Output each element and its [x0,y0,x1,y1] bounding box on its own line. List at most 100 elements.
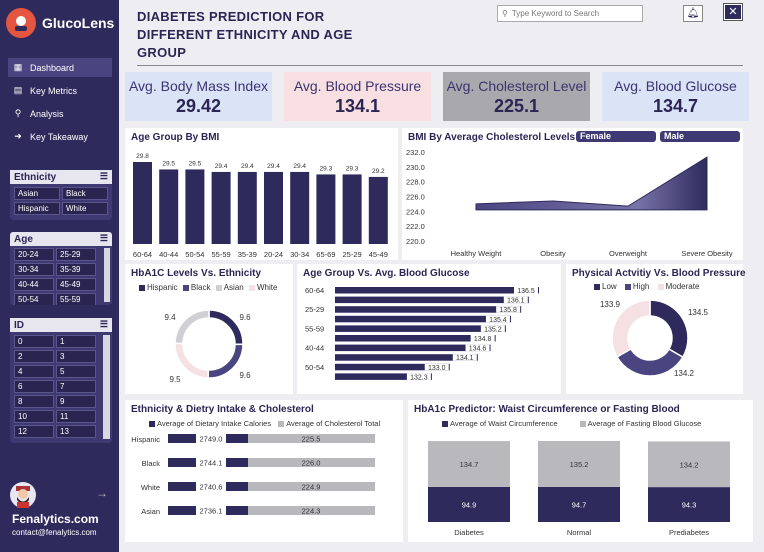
x-tick-label: 50-54 [185,250,204,259]
x-tick-label: 65-69 [316,250,335,259]
ethnicity-option[interactable]: Hispanic [14,202,60,215]
data-label: 136.1 [507,298,525,305]
id-option[interactable]: 10 [14,410,54,423]
data-label: 94.7 [572,500,587,509]
id-option[interactable]: 8 [14,395,54,408]
x-tick-label: 40-44 [159,250,178,259]
age-option[interactable]: 55-59 [56,293,96,305]
app-logo[interactable]: GlucoLens [6,6,116,40]
data-label: 225.5 [302,435,321,444]
x-tick-label: Diabetes [454,528,484,537]
kpi-blood-pressure: Avg. Blood Pressure 134.1 [284,72,431,121]
close-button[interactable]: ✕ [723,3,743,21]
card-bmi-cholesterol: BMI By Average Cholesterol Levels Female… [402,128,743,260]
id-option[interactable]: 9 [56,395,96,408]
bar [237,171,257,244]
x-tick-label: 30-34 [290,250,309,259]
ethnicity-option[interactable]: Black [62,187,108,200]
x-tick-label: 45-49 [369,250,388,259]
data-label: 2749.0 [200,435,223,444]
profile-card: → Fenalytics.com contact@fenalytics.com [10,482,114,544]
id-option[interactable]: 0 [14,335,54,348]
card-diet-cholesterol: Ethnicity & Dietry Intake & Cholesterol … [125,400,403,542]
age-scrollbar[interactable] [104,248,110,302]
id-option[interactable]: 2 [14,350,54,363]
data-label: 134.6 [469,346,487,353]
y-tick-label: 232.0 [406,148,425,157]
bar [335,296,529,304]
id-option[interactable]: 7 [56,380,96,393]
y-tick-label: Asian [141,507,160,516]
age-option[interactable]: 30-34 [14,263,54,276]
data-label: 29.5 [162,160,175,167]
clear-filter-icon[interactable]: ☰ [100,233,108,244]
x-tick-label: 35-39 [238,250,257,259]
slice-high [615,347,684,377]
age-option[interactable]: 45-49 [56,278,96,291]
profile-email[interactable]: contact@fenalytics.com [12,528,97,537]
data-label: 9.6 [239,371,251,380]
clear-filter-icon[interactable]: ☰ [100,319,108,330]
data-label: 134.8 [474,336,492,343]
nav-dashboard[interactable]: ▦ Dashboard [8,58,112,77]
id-option[interactable]: 4 [14,365,54,378]
id-option[interactable]: 12 [14,425,54,438]
x-tick-label: Healthy Weight [451,249,503,258]
data-label: 135.2 [570,460,589,469]
slice-black [207,343,244,379]
ethnicity-option[interactable]: White [62,202,108,215]
y-tick-label: Black [142,459,161,468]
y-tick-label: 230.0 [406,163,425,172]
id-option[interactable]: 13 [56,425,96,438]
kpi-label: Avg. Blood Pressure [293,78,422,94]
data-label: 2744.1 [200,459,223,468]
nav-key-takeaway[interactable]: ➜ Key Takeaway [8,127,112,146]
data-label: 134.1 [456,355,474,362]
search-box[interactable]: ⚲ Type Keyword to Search [497,5,643,22]
ethnicity-option[interactable]: Asian [14,187,60,200]
kpi-value: 134.7 [652,96,699,116]
y-tick-label: 55-59 [305,324,324,333]
card-hba1c-ethnicity: HbA1C Levels Vs. Ethnicity Hispanic Blac… [125,264,293,394]
age-option[interactable]: 20-24 [14,248,54,261]
age-option[interactable]: 40-44 [14,278,54,291]
nav-analysis[interactable]: ⚲ Analysis [8,104,112,123]
clear-filter-icon[interactable]: ☰ [100,171,108,182]
id-scrollbar[interactable] [103,335,110,439]
kpi-value: 225.1 [493,96,540,116]
data-label: 2736.1 [200,507,223,516]
id-option[interactable]: 3 [56,350,96,363]
data-label: 94.3 [682,501,697,510]
id-option[interactable]: 5 [56,365,96,378]
data-label: 94.9 [462,500,477,509]
logo-icon [6,8,36,38]
bar [133,162,152,244]
x-tick-label: Severe Obesity [681,249,733,258]
id-option[interactable]: 11 [56,410,96,423]
y-tick-label: 40-44 [305,344,324,353]
kpi-label: Avg. Blood Glucose [614,78,737,94]
age-option[interactable]: 35-39 [56,263,96,276]
arrow-right-icon[interactable]: → [96,486,108,500]
data-label: 9.6 [239,313,251,322]
title-line: GROUP [137,45,187,60]
nav-key-metrics[interactable]: ▤ Key Metrics [8,81,112,100]
data-label: 226.0 [302,459,321,468]
chart-diet-cholesterol: Hispanic 2749.0 225.5 Black 2744.1 226.0 White… [131,434,375,516]
y-tick-label: Hispanic [131,435,160,444]
id-option[interactable]: 6 [14,380,54,393]
age-option[interactable]: 50-54 [14,293,54,305]
y-tick-label: 60-64 [305,286,324,295]
bar [290,171,310,244]
data-label: 134.5 [688,308,709,317]
age-option[interactable]: 25-29 [56,248,96,261]
chart-icon: ▤ [13,85,23,95]
page-title: DIABETES PREDICTION FOR DIFFERENT ETHNIC… [137,8,377,62]
bell-icon[interactable]: 🔔︎ [683,5,703,22]
bar [335,325,506,332]
id-option[interactable]: 1 [56,335,96,348]
data-label: 224.9 [302,483,321,492]
data-label: 29.2 [372,168,385,175]
kpi-cholesterol: Avg. Cholesterol Level 225.1 [443,72,590,121]
data-label: 29.3 [346,165,359,172]
